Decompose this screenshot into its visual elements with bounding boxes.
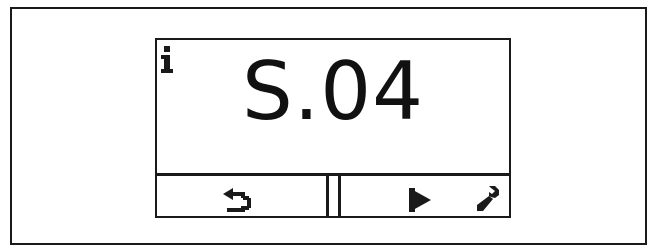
back-arrow-icon bbox=[223, 188, 251, 212]
softkey-bar bbox=[157, 173, 509, 218]
play-icon bbox=[409, 188, 431, 212]
forward-service-softkey[interactable] bbox=[338, 176, 509, 218]
status-code: S.04 bbox=[241, 45, 424, 138]
lcd-display: S.04 bbox=[155, 38, 511, 218]
back-softkey[interactable] bbox=[157, 176, 329, 218]
wrench-icon bbox=[477, 186, 499, 211]
